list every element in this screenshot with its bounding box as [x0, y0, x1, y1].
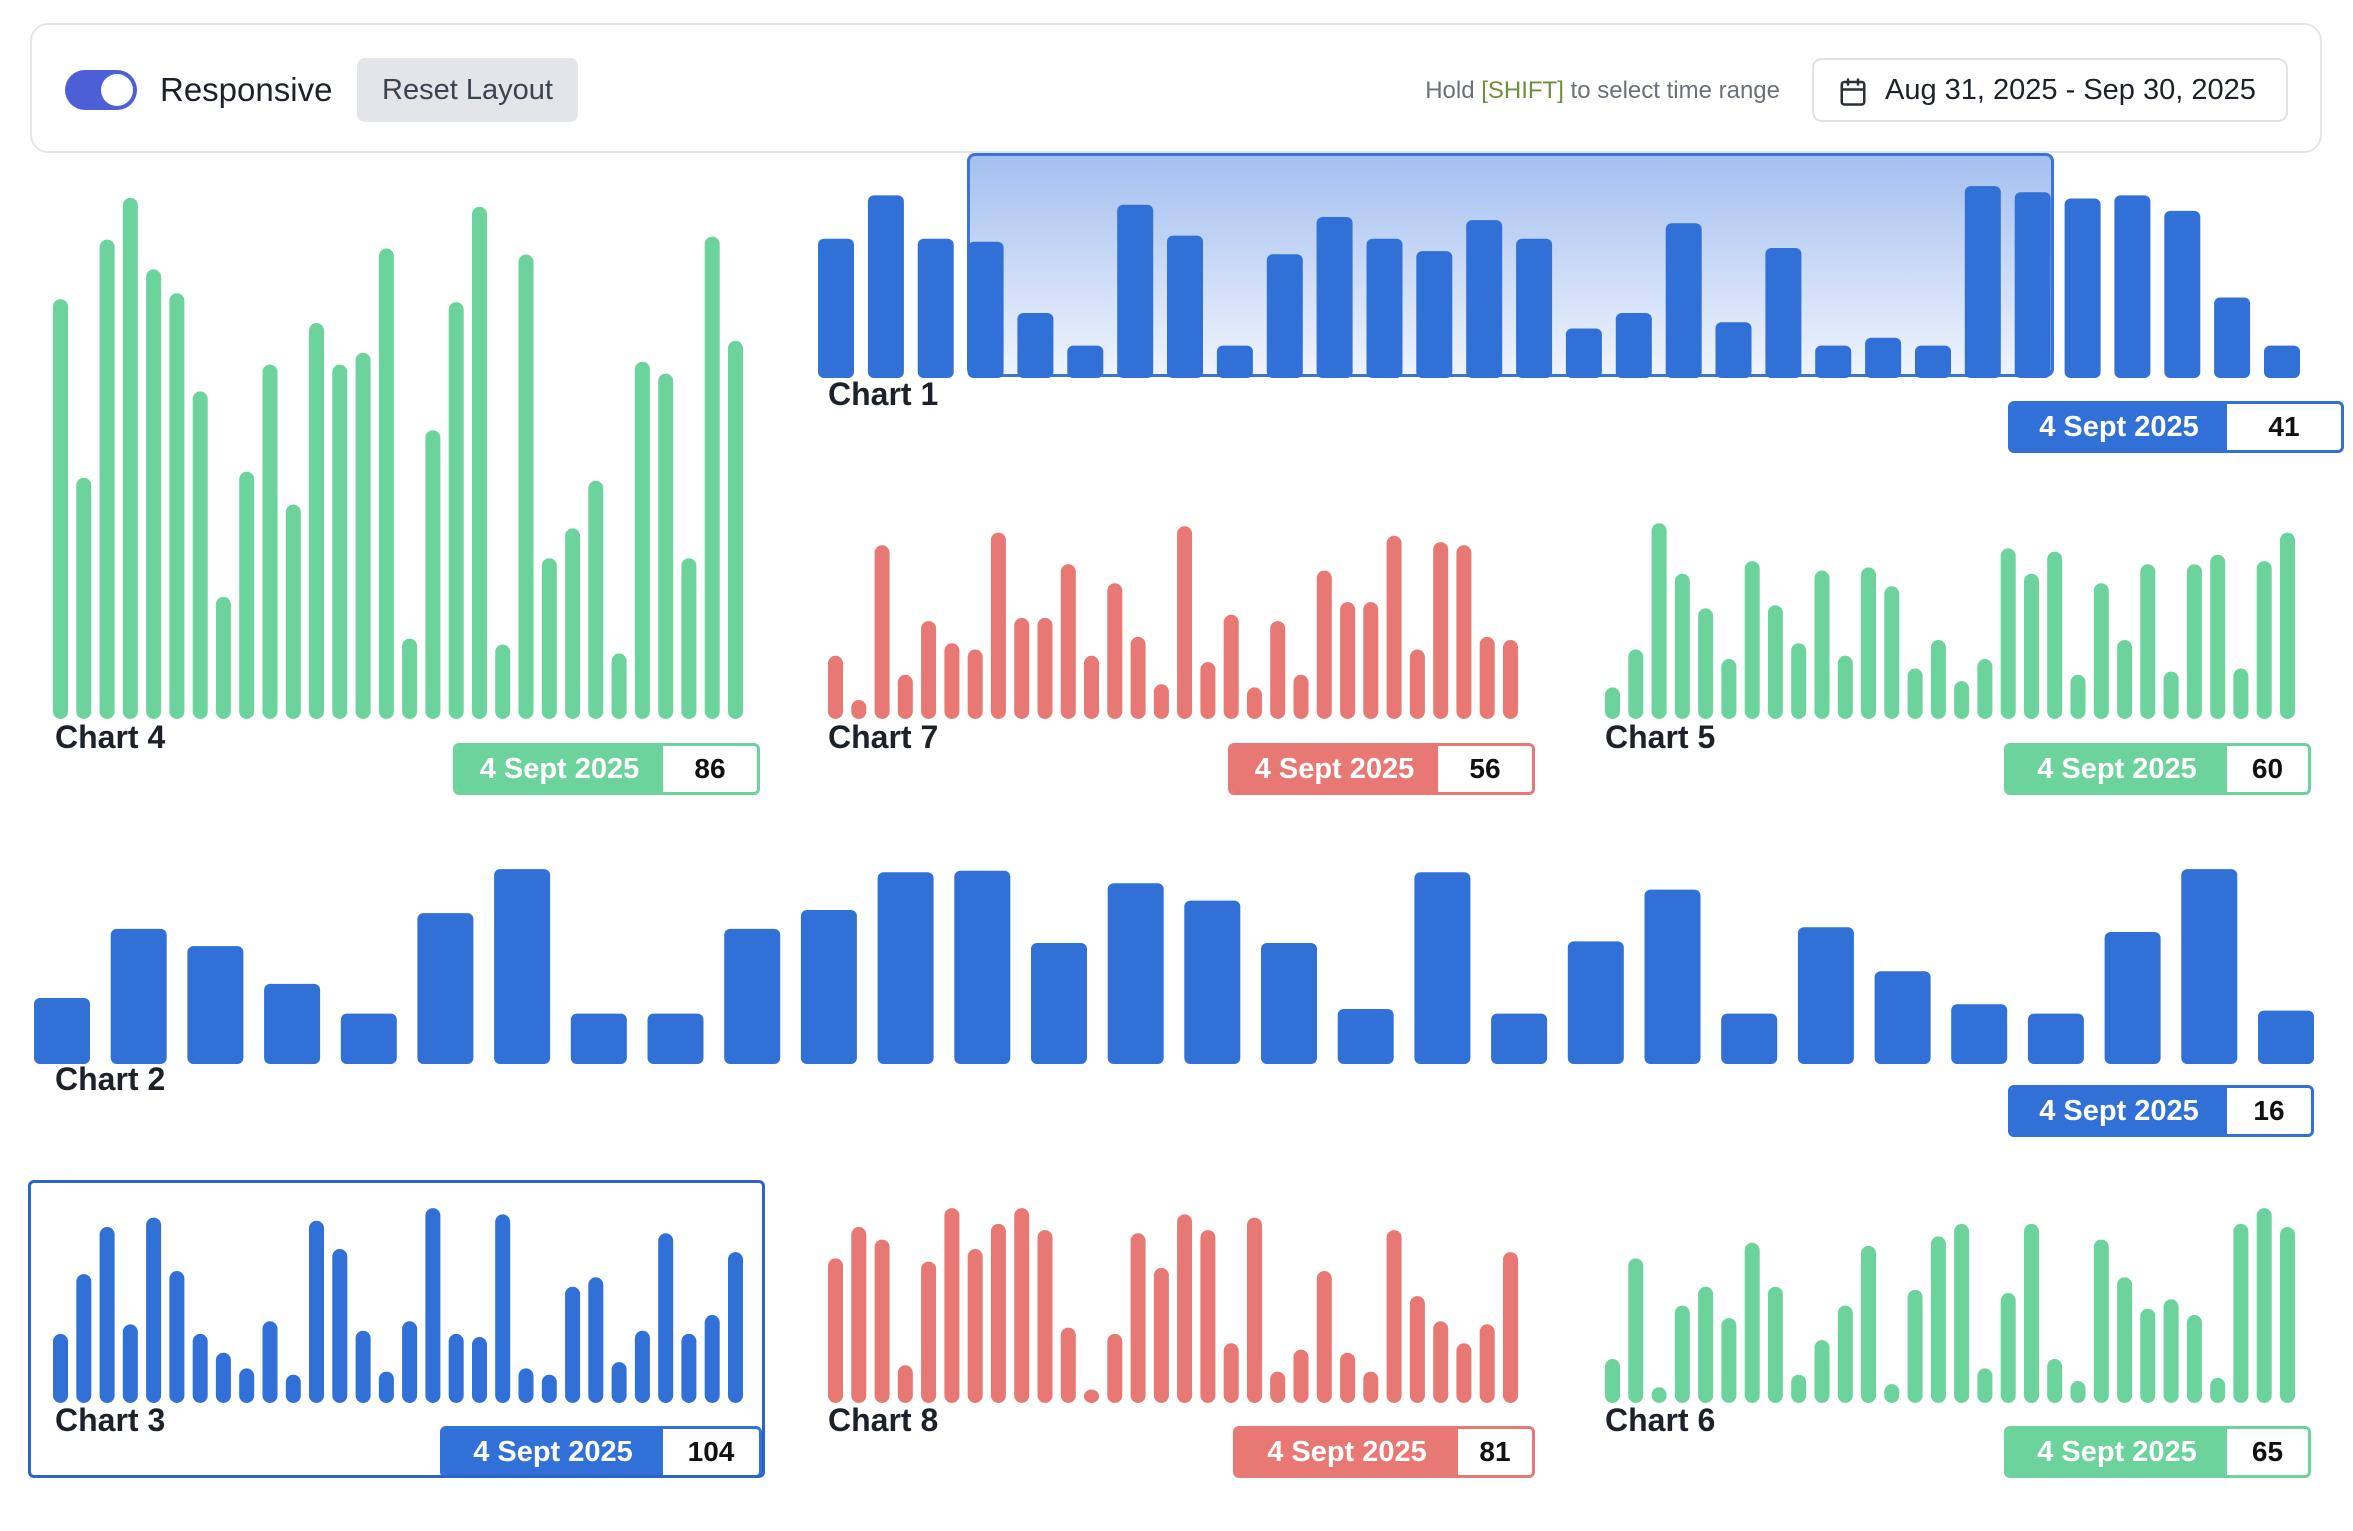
bar[interactable] — [1628, 1258, 1644, 1403]
bar[interactable] — [1744, 1242, 1760, 1403]
bar[interactable] — [1861, 1245, 1876, 1403]
chart-6-title: Chart 6 — [1605, 1402, 1716, 1438]
bar[interactable] — [1721, 1318, 1737, 1403]
bar[interactable] — [2186, 1315, 2202, 1403]
bar[interactable] — [1930, 1236, 1946, 1403]
bar[interactable] — [2280, 1227, 2295, 1403]
bar[interactable] — [1605, 1359, 1620, 1403]
badge-date: 4 Sept 2025 — [2007, 1429, 2227, 1475]
bar[interactable] — [2047, 1359, 2063, 1403]
bar[interactable] — [1791, 1374, 1807, 1403]
bar[interactable] — [1814, 1340, 1830, 1403]
bar[interactable] — [2070, 1381, 2086, 1403]
bar[interactable] — [2117, 1277, 2133, 1403]
bar[interactable] — [1698, 1286, 1714, 1403]
bar[interactable] — [1837, 1305, 1853, 1403]
bar[interactable] — [2163, 1299, 2179, 1403]
bar[interactable] — [2024, 1223, 2039, 1403]
bar[interactable] — [2140, 1308, 2156, 1403]
bar[interactable] — [2000, 1293, 2016, 1403]
bar[interactable] — [2256, 1208, 2272, 1403]
chart-6-value-badge: 4 Sept 2025 65 — [2004, 1426, 2311, 1478]
bar[interactable] — [2233, 1223, 2249, 1403]
bar[interactable] — [2210, 1377, 2226, 1403]
bar[interactable] — [2093, 1239, 2109, 1403]
bar[interactable] — [1977, 1368, 1993, 1403]
bar[interactable] — [1651, 1387, 1667, 1403]
chart-6-plot — [1605, 1208, 2295, 1403]
bar[interactable] — [1674, 1305, 1690, 1403]
bar[interactable] — [1907, 1289, 1923, 1403]
bar[interactable] — [1767, 1286, 1783, 1403]
bar[interactable] — [1884, 1384, 1900, 1403]
badge-value: 65 — [2251, 1436, 2284, 1467]
bar[interactable] — [1954, 1223, 1970, 1403]
